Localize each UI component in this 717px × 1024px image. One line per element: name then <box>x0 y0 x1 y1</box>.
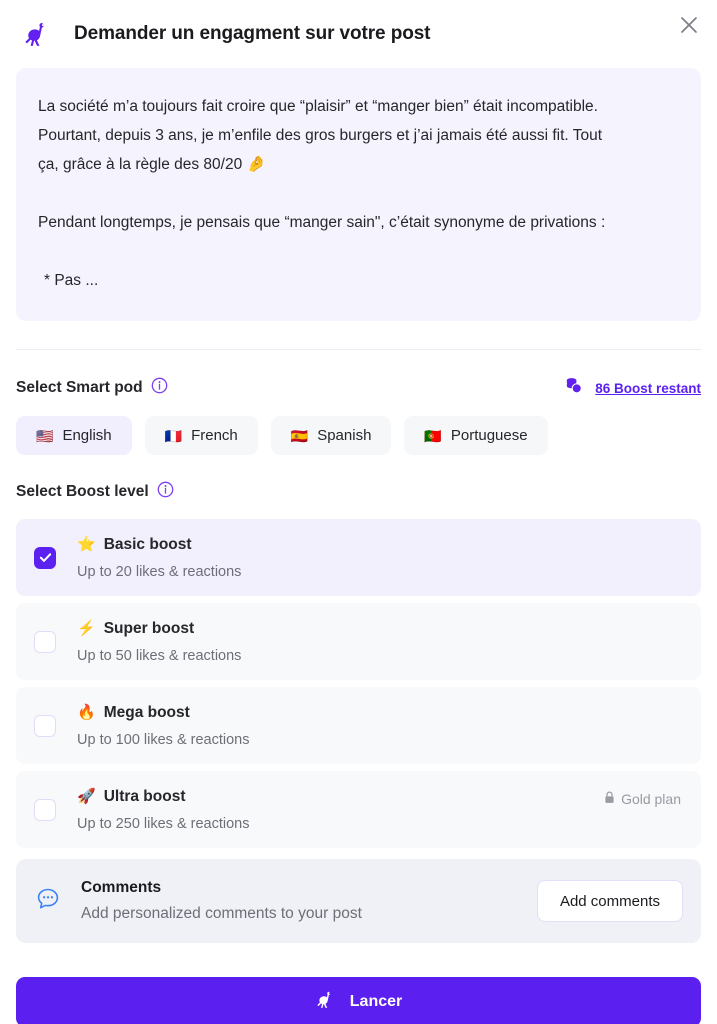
language-chip-label-portuguese: Portuguese <box>450 427 528 444</box>
boost-level-list: ⭐ Basic boost Up to 20 likes & reactions… <box>16 519 701 848</box>
boost-option-mega[interactable]: 🔥 Mega boost Up to 100 likes & reactions <box>16 687 701 764</box>
boost-option-description-basic: Up to 20 likes & reactions <box>77 564 242 580</box>
ostrich-logo-icon <box>22 19 52 49</box>
boost-option-name-mega: Mega boost <box>103 704 190 721</box>
language-chip-label-english: English <box>62 427 112 444</box>
smart-pod-language-chips: 🇺🇸 English 🇫🇷 French 🇪🇸 Spanish 🇵🇹 Portu… <box>16 416 701 455</box>
boost-option-super[interactable]: ⚡ Super boost Up to 50 likes & reactions <box>16 603 701 680</box>
launch-button[interactable]: Lancer <box>16 977 701 1024</box>
launch-button-label: Lancer <box>349 993 403 1010</box>
rocket-icon: 🚀 <box>77 788 96 805</box>
comments-text-group: Comments Add personalized comments to yo… <box>81 878 537 924</box>
section-divider <box>16 349 701 350</box>
plan-badge-label: Gold plan <box>621 791 681 807</box>
boost-option-description-ultra: Up to 250 likes & reactions <box>77 816 250 832</box>
boost-option-name-row-ultra: 🚀 Ultra boost <box>77 786 249 808</box>
boost-option-name-row-basic: ⭐ Basic boost <box>77 534 241 556</box>
post-text-spacer-2 <box>38 237 679 266</box>
post-text-line-2: Pourtant, depuis 3 ans, je m’enfile des … <box>38 127 603 144</box>
checkbox-super-boost[interactable] <box>34 630 56 653</box>
flag-icon-english: 🇺🇸 <box>36 427 54 444</box>
language-chip-english[interactable]: 🇺🇸 English <box>16 416 132 455</box>
boost-option-name-row-mega: 🔥 Mega boost <box>77 702 249 724</box>
language-chip-label-spanish: Spanish <box>317 427 372 444</box>
comment-bubble-icon <box>34 885 62 918</box>
flag-icon-portuguese: 🇵🇹 <box>424 427 442 444</box>
flag-icon-spanish: 🇪🇸 <box>290 427 309 444</box>
boost-level-header-row: Select Boost level <box>16 481 701 503</box>
add-comments-button[interactable]: Add comments <box>536 880 683 922</box>
fire-icon: 🔥 <box>77 704 96 721</box>
checkbox-mega-boost[interactable] <box>34 714 56 737</box>
post-text-line-1: La société m’a toujours fait croire que … <box>38 98 598 115</box>
flag-icon-french: 🇫🇷 <box>164 427 183 444</box>
close-icon <box>680 16 698 37</box>
smart-pod-title: Select Smart pod <box>16 379 143 396</box>
boost-option-name-super: Super boost <box>103 620 195 637</box>
boost-option-basic[interactable]: ⭐ Basic boost Up to 20 likes & reactions <box>16 519 701 596</box>
smart-pod-title-group: Select Smart pod <box>16 377 168 399</box>
boost-option-description-super: Up to 50 likes & reactions <box>77 648 242 664</box>
boost-request-modal: Demander un engagment sur votre post La … <box>0 0 717 1024</box>
close-button[interactable] <box>673 10 705 42</box>
post-text-paragraph-2: Pendant longtemps, je pensais que “mange… <box>38 214 606 231</box>
language-chip-portuguese[interactable]: 🇵🇹 Portuguese <box>404 416 548 455</box>
coins-icon <box>564 376 583 400</box>
boost-option-name-basic: Basic boost <box>103 536 192 553</box>
boost-option-name-ultra: Ultra boost <box>103 788 186 805</box>
boost-level-title-group: Select Boost level <box>16 481 174 503</box>
comments-card: Comments Add personalized comments to yo… <box>16 859 701 943</box>
comments-title: Comments <box>81 879 162 896</box>
post-preview-box: La société m’a toujours fait croire que … <box>16 68 701 321</box>
star-icon: ⭐ <box>77 536 96 553</box>
lock-icon <box>604 791 615 807</box>
language-chip-spanish[interactable]: 🇪🇸 Spanish <box>270 416 392 455</box>
boost-remaining-group: 86 Boost restant <box>564 376 701 400</box>
checkbox-basic-boost[interactable] <box>34 546 56 569</box>
info-icon[interactable] <box>157 481 174 503</box>
boost-option-name-row-super: ⚡ Super boost <box>77 618 241 640</box>
checkbox-ultra-boost[interactable] <box>34 798 56 821</box>
comments-subtitle: Add personalized comments to your post <box>81 905 362 922</box>
language-chip-french[interactable]: 🇫🇷 French <box>144 416 258 455</box>
boost-option-ultra[interactable]: 🚀 Ultra boost Up to 250 likes & reaction… <box>16 771 701 848</box>
post-text-line-3: ça, grâce à la règle des 80/20 🤌 <box>38 156 266 173</box>
info-icon[interactable] <box>151 377 168 399</box>
boost-remaining-link[interactable]: 86 Boost restant <box>595 381 701 396</box>
lightning-icon: ⚡ <box>77 620 96 637</box>
boost-option-text-ultra: 🚀 Ultra boost Up to 250 likes & reaction… <box>77 786 249 833</box>
boost-level-title: Select Boost level <box>16 483 149 500</box>
boost-option-description-mega: Up to 100 likes & reactions <box>77 732 250 748</box>
ostrich-logo-icon <box>315 989 336 1015</box>
language-chip-label-french: French <box>191 427 238 444</box>
post-text-bullet-1: * Pas ... <box>44 272 99 289</box>
boost-option-text-mega: 🔥 Mega boost Up to 100 likes & reactions <box>77 702 249 749</box>
modal-header: Demander un engagment sur votre post <box>16 0 701 68</box>
boost-option-text-super: ⚡ Super boost Up to 50 likes & reactions <box>77 618 241 665</box>
plan-badge-gold: Gold plan <box>604 791 681 807</box>
smart-pod-header-row: Select Smart pod 86 Boost restant <box>16 376 701 400</box>
boost-option-text-basic: ⭐ Basic boost Up to 20 likes & reactions <box>77 534 241 581</box>
post-text-spacer <box>38 179 679 208</box>
modal-title: Demander un engagment sur votre post <box>74 23 431 44</box>
